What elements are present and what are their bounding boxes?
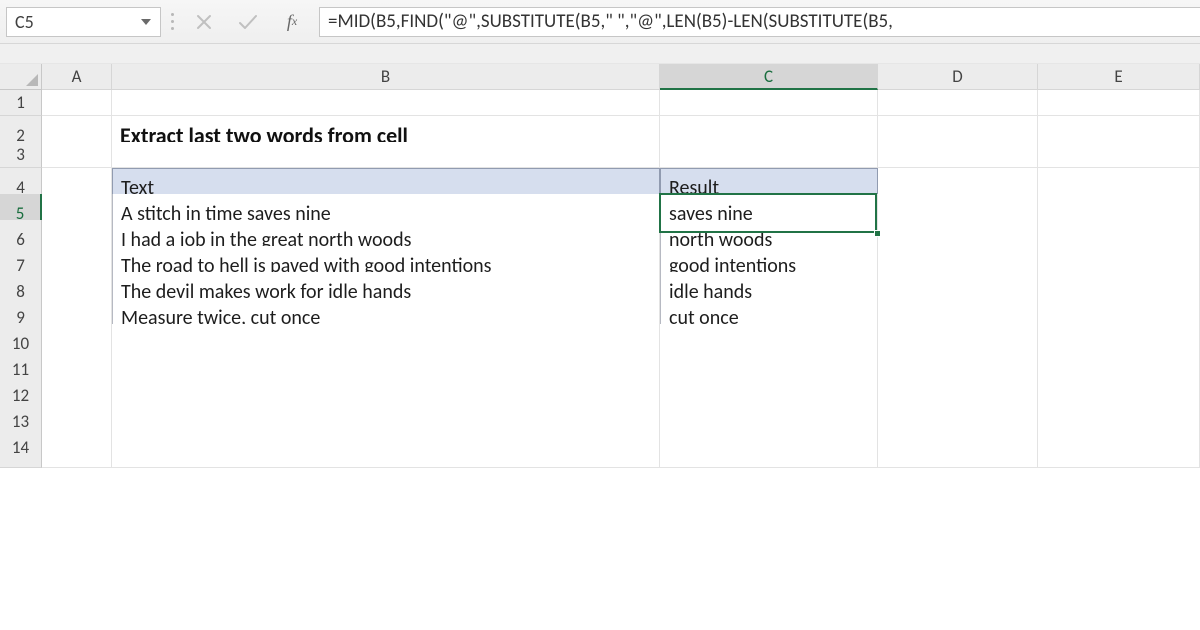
cell[interactable] <box>42 428 112 468</box>
cell[interactable] <box>1038 428 1200 468</box>
cell[interactable] <box>878 428 1038 468</box>
name-box[interactable]: C5 <box>6 7 161 37</box>
formula-text: =MID(B5,FIND("@",SUBSTITUTE(B5," ","@",L… <box>328 10 893 33</box>
col-header-A[interactable]: A <box>42 64 112 90</box>
name-box-value: C5 <box>15 11 34 33</box>
cell[interactable] <box>112 142 660 168</box>
row-header-1[interactable]: 1 <box>0 90 42 116</box>
cell[interactable] <box>878 90 1038 116</box>
row-header-14[interactable]: 14 <box>0 428 42 468</box>
col-header-C[interactable]: C <box>660 64 878 90</box>
chevron-down-icon <box>141 19 151 25</box>
cell[interactable] <box>112 90 660 116</box>
ribbon-strip <box>0 44 1200 64</box>
formula-bar-row: C5 fx =MID(B5,FIND("@",SUBSTITUTE(B5," "… <box>0 0 1200 44</box>
select-all-corner[interactable] <box>0 64 42 90</box>
cell[interactable] <box>1038 142 1200 168</box>
cancel-formula-icon[interactable] <box>193 11 215 33</box>
cell[interactable] <box>660 142 878 168</box>
cell[interactable] <box>1038 90 1200 116</box>
spreadsheet-grid[interactable]: A B C D E 1 2 Extract last two words fro… <box>0 64 1200 454</box>
formula-bar-input[interactable]: =MID(B5,FIND("@",SUBSTITUTE(B5," ","@",L… <box>319 7 1200 37</box>
row-header-3[interactable]: 3 <box>0 142 42 168</box>
cell[interactable] <box>878 142 1038 168</box>
separator-dots-icon <box>167 7 177 37</box>
cell[interactable] <box>660 90 878 116</box>
fill-handle[interactable] <box>874 230 881 237</box>
col-header-E[interactable]: E <box>1038 64 1200 90</box>
col-header-B[interactable]: B <box>112 64 660 90</box>
col-header-D[interactable]: D <box>878 64 1038 90</box>
name-box-dropdown[interactable] <box>136 12 156 32</box>
formula-bar-icons: fx <box>183 7 313 37</box>
insert-function-icon[interactable]: fx <box>281 11 303 33</box>
cell[interactable] <box>42 90 112 116</box>
cell[interactable] <box>112 428 660 468</box>
cell[interactable] <box>42 142 112 168</box>
enter-formula-icon[interactable] <box>237 11 259 33</box>
cell[interactable] <box>660 428 878 468</box>
